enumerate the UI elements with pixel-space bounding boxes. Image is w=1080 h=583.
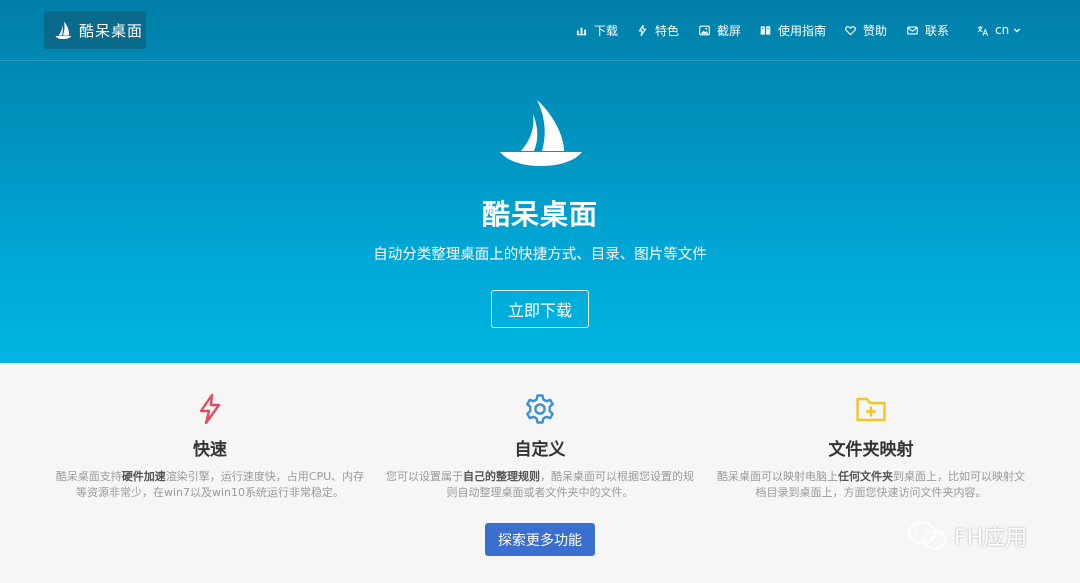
nav-contact-label: 联系: [925, 23, 950, 38]
feature-fast: 快速 酷呆桌面支持硬件加速渲染引擎，运行速度快，占用CPU、内存等资源非常少，在…: [45, 392, 375, 501]
nav-sponsor-label: 赞助: [863, 23, 888, 38]
top-navbar: 酷呆桌面 下载 特色 截屏 使用指南 赞助 联系 cn: [0, 0, 1080, 61]
nav-features-label: 特色: [655, 23, 680, 38]
language-selector[interactable]: cn: [977, 20, 1021, 40]
feature-custom: 自定义 您可以设置属于自己的整理规则，酷呆桌面可以根据您设置的规则自动整理桌面或…: [375, 392, 705, 501]
image-icon: [699, 25, 710, 35]
feature-description: 酷呆桌面支持硬件加速渲染引擎，运行速度快，占用CPU、内存等资源非常少，在win…: [55, 470, 365, 499]
translate-icon: [977, 25, 988, 36]
hero-title: 酷呆桌面: [481, 198, 598, 231]
wechat-icon: [908, 522, 947, 550]
nav-download-label: 下载: [594, 23, 619, 38]
feature-title: 快速: [193, 440, 227, 460]
nav-features[interactable]: 特色: [637, 20, 679, 40]
mail-icon: [907, 25, 918, 35]
nav-guide-label: 使用指南: [778, 23, 827, 38]
feature-description: 酷呆桌面可以映射电脑上任何文件夹到桌面上，比如可以映射文档目录到桌面上，方面您快…: [717, 470, 1025, 499]
watermark: FH应用: [906, 521, 1027, 551]
hero-section: 酷呆桌面 下载 特色 截屏 使用指南 赞助 联系 cn 酷呆桌面 自动分类整理桌…: [0, 0, 1080, 363]
gear-icon: [526, 394, 554, 424]
download-now-button[interactable]: 立即下载: [491, 290, 589, 328]
heart-icon: [845, 25, 856, 35]
nav-menu: 下载 特色 截屏 使用指南 赞助 联系 cn: [0, 20, 1080, 40]
book-icon: [760, 25, 771, 35]
sailboat-icon: [500, 100, 582, 166]
nav-screenshots[interactable]: 截屏: [699, 20, 741, 40]
nav-contact[interactable]: 联系: [907, 20, 949, 40]
folder-plus-icon: [856, 397, 886, 422]
feature-title: 自定义: [514, 440, 566, 460]
watermark-text: FH应用: [954, 526, 1028, 551]
language-label: cn: [995, 23, 1010, 37]
feature-description: 您可以设置属于自己的整理规则，酷呆桌面可以根据您设置的规则自动整理桌面或者文件夹…: [386, 470, 694, 499]
nav-sponsor[interactable]: 赞助: [845, 20, 887, 40]
download-icon: [576, 27, 587, 35]
feature-title: 文件夹映射: [828, 440, 914, 460]
explore-more-button[interactable]: 探索更多功能: [485, 523, 595, 556]
chevron-down-icon: [1013, 28, 1021, 33]
nav-download[interactable]: 下载: [576, 20, 618, 40]
feature-folder-mapping: 文件夹映射 酷呆桌面可以映射电脑上任何文件夹到桌面上，比如可以映射文档目录到桌面…: [706, 392, 1036, 501]
nav-guide[interactable]: 使用指南: [760, 20, 826, 40]
bolt-icon: [638, 24, 647, 36]
hero-subtitle: 自动分类整理桌面上的快捷方式、目录、图片等文件: [373, 247, 707, 263]
bolt-icon: [199, 393, 221, 425]
nav-screenshots-label: 截屏: [717, 23, 742, 38]
